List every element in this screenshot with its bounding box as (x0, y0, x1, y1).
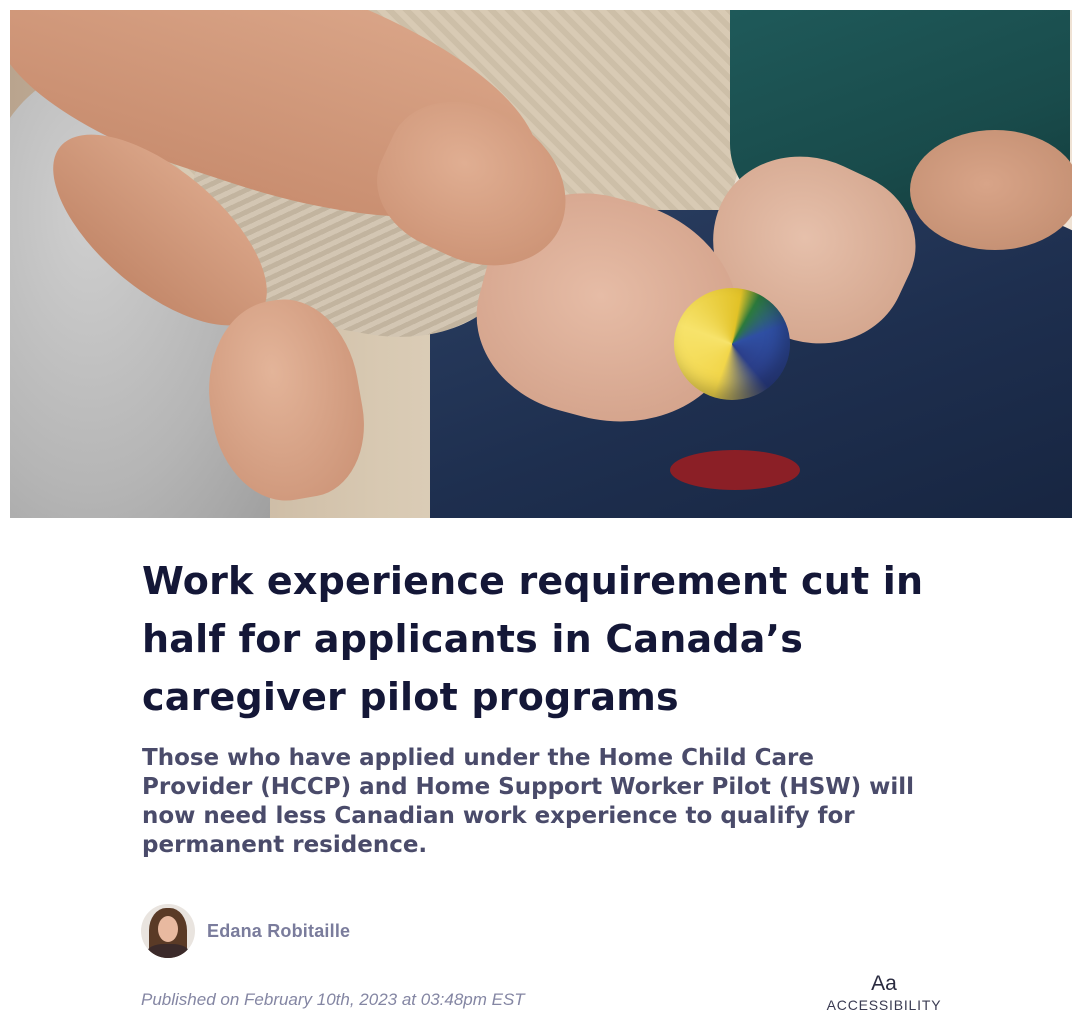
accessibility-button[interactable]: Aa ACCESSIBILITY (822, 972, 946, 1014)
author-name-link[interactable]: Edana Robitaille (207, 921, 350, 942)
author-byline[interactable]: Edana Robitaille (141, 903, 350, 959)
hero-stress-ball (674, 288, 790, 400)
text-size-icon: Aa (871, 972, 897, 995)
article-subheadline: Those who have applied under the Home Ch… (142, 745, 915, 858)
author-avatar[interactable] (141, 904, 195, 958)
article-page: Work experience requirement cut in half … (0, 0, 1080, 1024)
published-date: Published on February 10th, 2023 at 03:4… (141, 990, 525, 1009)
avatar-shirt (147, 944, 189, 958)
avatar-face (158, 916, 178, 942)
hero-folded-hands (910, 130, 1072, 250)
article-headline: Work experience requirement cut in half … (142, 559, 924, 719)
accessibility-label: ACCESSIBILITY (826, 997, 942, 1013)
hero-red-chair (670, 450, 800, 490)
hero-image (10, 10, 1072, 518)
